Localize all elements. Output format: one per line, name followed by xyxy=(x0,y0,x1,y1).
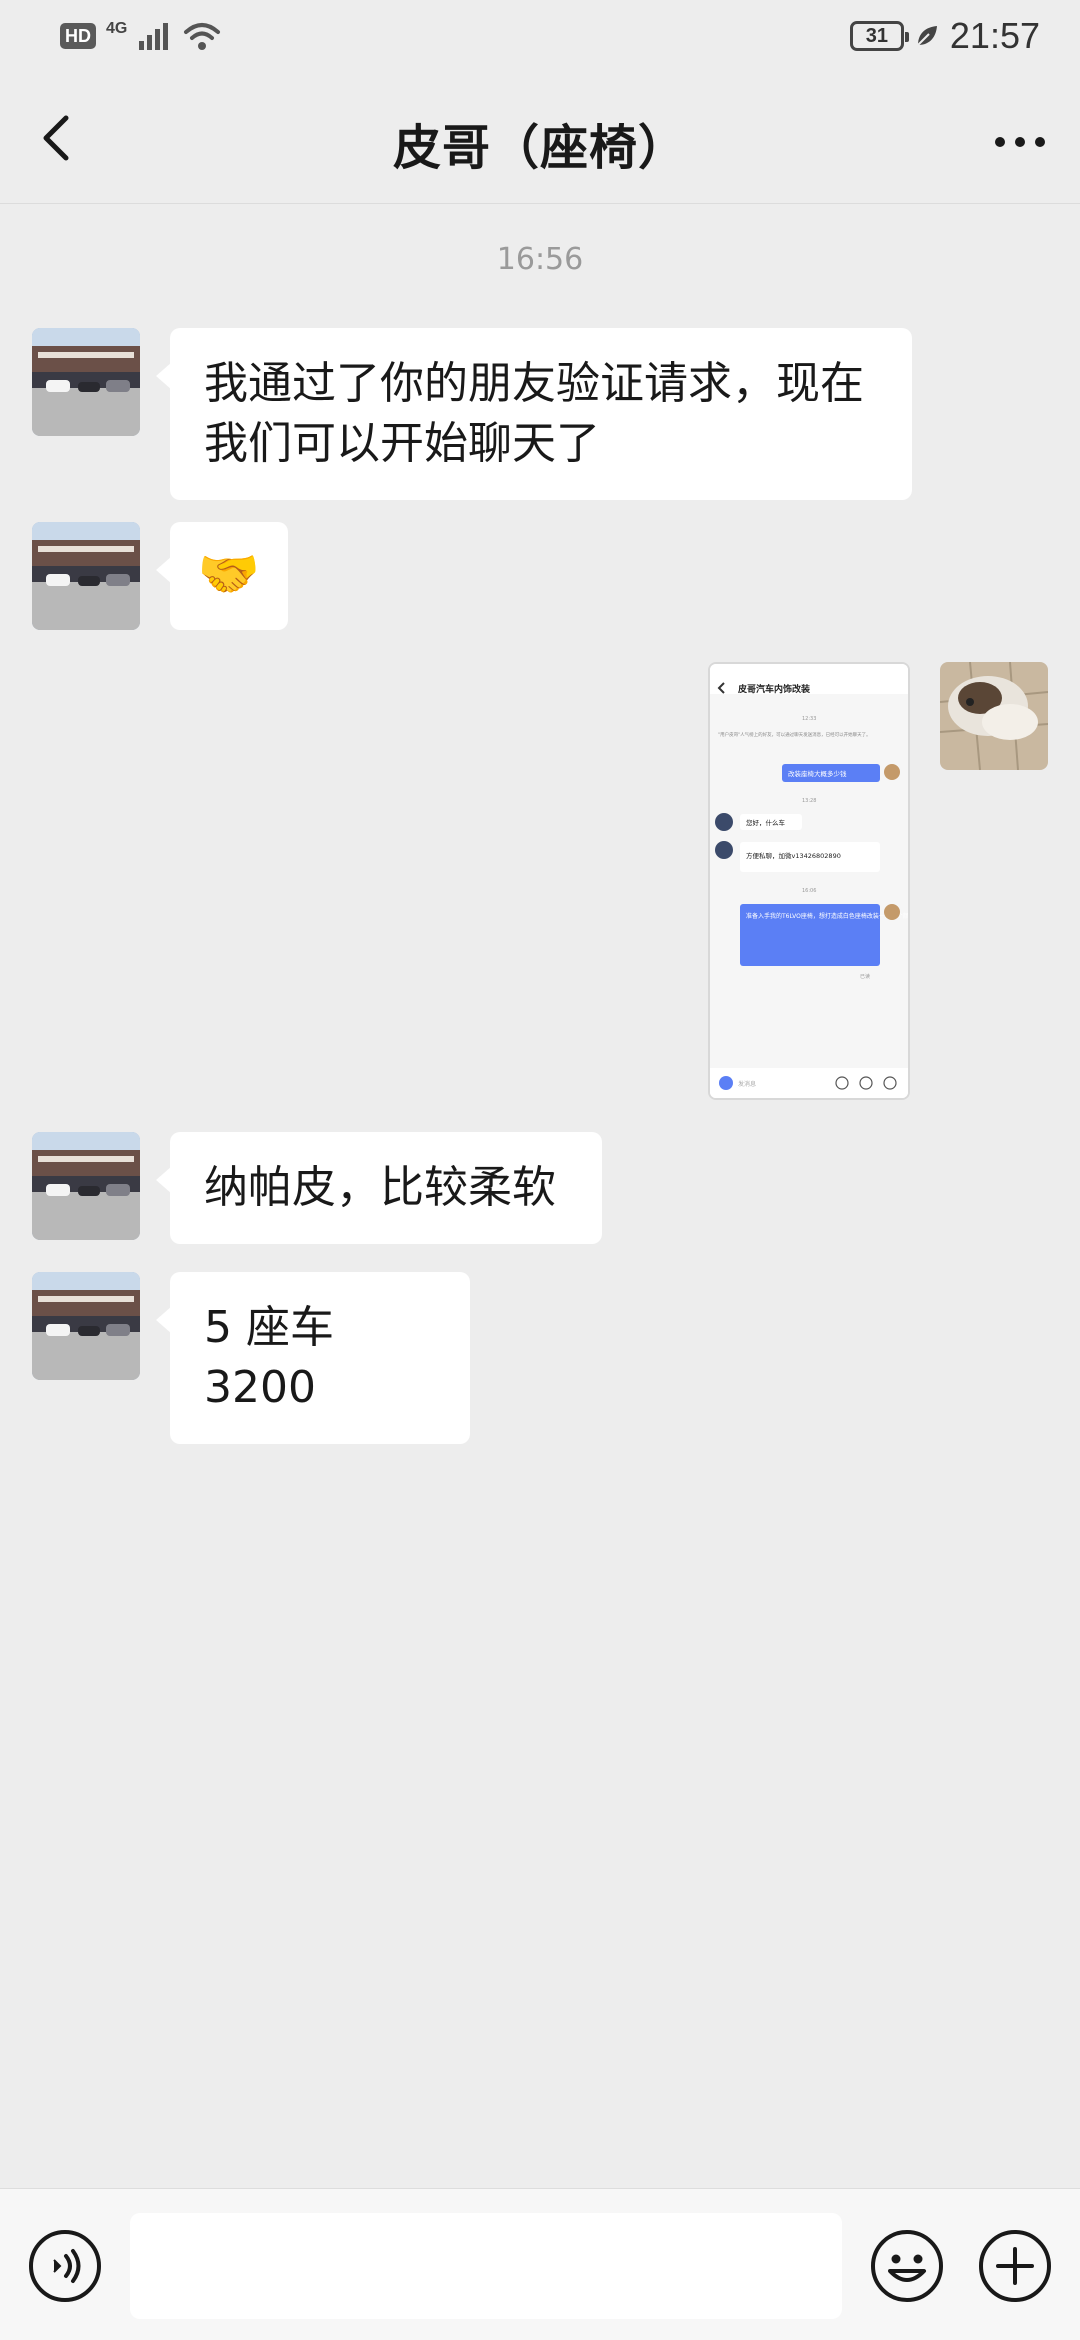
plus-icon xyxy=(979,2230,1051,2302)
screenshot-time-3: 16:06 xyxy=(802,888,816,894)
voice-icon xyxy=(29,2230,101,2302)
contact-avatar-image xyxy=(32,1272,140,1380)
hd-badge: HD xyxy=(60,23,96,49)
screenshot-title: 皮哥汽车内饰改装 xyxy=(737,683,811,695)
message-text-5: 5 座车 3200 xyxy=(204,1302,334,1413)
contact-avatar-image xyxy=(32,522,140,630)
chat-screenshot-image: 皮哥汽车内饰改装 12:33 "用户皮哥"人气榜上的好友，可以通过聊天发送消息，… xyxy=(710,664,908,1098)
title-bar: 皮哥（座椅） xyxy=(0,72,1080,204)
more-dots-icon xyxy=(995,137,1045,147)
screenshot-msg-in-1: 您好，什么车 xyxy=(746,818,786,827)
status-time: 21:57 xyxy=(949,15,1040,56)
screenshot-notice: "用户皮哥"人气榜上的好友，可以通过聊天发送消息，已经可以开始聊天了。 xyxy=(718,731,871,738)
message-text-4: 纳帕皮，比较柔软 xyxy=(204,1162,556,1213)
chat-title: 皮哥（座椅） xyxy=(392,120,687,176)
status-left: HD 4G xyxy=(60,20,221,51)
screenshot-input-placeholder: 发消息 xyxy=(738,1080,756,1088)
contact-avatar[interactable] xyxy=(32,1272,140,1380)
battery-icon: 31 xyxy=(849,21,909,51)
contact-avatar-image xyxy=(32,1132,140,1240)
screenshot-msg-out-2: 准备入手我的T6LVO座椅，想打造成白色座椅改装一点像个颜色大概多少钱。 xyxy=(746,912,908,920)
my-avatar-image xyxy=(940,662,1048,770)
signal-icon xyxy=(139,23,169,50)
emoji-button[interactable] xyxy=(870,2229,944,2303)
more-button[interactable] xyxy=(988,112,1052,172)
message-bubble-4[interactable]: 纳帕皮，比较柔软 xyxy=(156,1132,602,1244)
plus-button[interactable] xyxy=(978,2229,1052,2303)
status-right: 31 21:57 xyxy=(849,15,1040,57)
screenshot-time-1: 12:33 xyxy=(802,716,816,722)
status-bar: HD 4G 31 21:57 xyxy=(0,0,1080,72)
message-input[interactable] xyxy=(130,2213,842,2319)
message-timestamp: 16:56 xyxy=(496,242,584,277)
screenshot-time-2: 13:28 xyxy=(802,798,816,804)
image-message[interactable]: 皮哥汽车内饰改装 12:33 "用户皮哥"人气榜上的好友，可以通过聊天发送消息，… xyxy=(708,662,910,1100)
screenshot-msg-out-1: 改装座椅大概多少钱 xyxy=(788,769,847,778)
my-avatar[interactable] xyxy=(940,662,1048,770)
leaf-icon xyxy=(917,26,937,46)
smile-icon xyxy=(871,2230,943,2302)
screenshot-msg-in-2: 方便私聊，加微v13426802890 xyxy=(746,851,841,860)
contact-avatar[interactable] xyxy=(32,328,140,436)
wifi-icon xyxy=(184,23,221,50)
message-bubble-2[interactable]: 🤝 xyxy=(156,522,288,630)
message-bubble-1[interactable]: 我通过了你的朋友验证请求，现在我们可以开始聊天了 xyxy=(156,328,912,500)
input-bar xyxy=(0,2188,1080,2340)
message-text-1: 我通过了你的朋友验证请求，现在我们可以开始聊天了 xyxy=(204,358,864,469)
contact-avatar[interactable] xyxy=(32,522,140,630)
screenshot-read-status: 已读 xyxy=(860,973,870,980)
contact-avatar-image xyxy=(32,328,140,436)
network-type: 4G xyxy=(106,20,128,37)
message-bubble-5[interactable]: 5 座车 3200 xyxy=(156,1272,470,1444)
battery-level: 31 xyxy=(865,24,889,47)
handshake-emoji: 🤝 xyxy=(197,545,261,603)
contact-avatar[interactable] xyxy=(32,1132,140,1240)
voice-button[interactable] xyxy=(28,2229,102,2303)
